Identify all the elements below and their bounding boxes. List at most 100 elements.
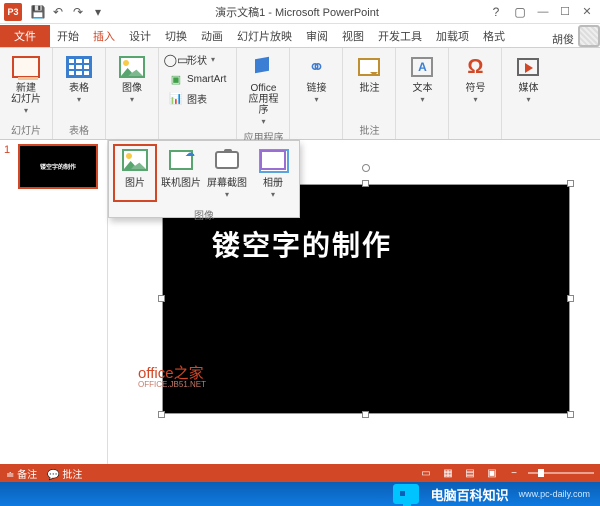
tab-insert[interactable]: 插入 (86, 25, 122, 47)
resize-handle-sw[interactable] (158, 411, 165, 418)
photo-album-button[interactable]: 相册 ▾ (251, 144, 295, 202)
tab-format[interactable]: 格式 (476, 25, 512, 47)
tab-developer[interactable]: 开发工具 (371, 25, 429, 47)
chevron-down-icon: ▾ (225, 190, 229, 199)
reading-view-icon[interactable]: ▤ (462, 466, 478, 480)
rotate-handle[interactable] (362, 164, 370, 172)
zoom-slider[interactable] (528, 472, 594, 474)
chevron-down-icon: ▾ (420, 95, 424, 104)
redo-icon[interactable]: ↷ (68, 3, 88, 21)
help-icon[interactable]: ? (486, 3, 506, 21)
resize-handle-n[interactable] (362, 180, 369, 187)
watermark-url: OFFICE.JB51.NET (138, 380, 206, 389)
tab-transitions[interactable]: 切换 (158, 25, 194, 47)
group-tables: 表格 ▾ 表格 (53, 48, 106, 139)
resize-handle-se[interactable] (567, 411, 574, 418)
symbol-button[interactable]: Ω 符号 ▾ (455, 50, 495, 106)
images-button[interactable]: 图像 ▾ (112, 50, 152, 106)
tab-review[interactable]: 审阅 (299, 25, 335, 47)
text-button[interactable]: A 文本 ▾ (402, 50, 442, 106)
chevron-down-icon: ▾ (526, 95, 530, 104)
save-icon[interactable]: 💾 (28, 3, 48, 21)
picture-from-file-button[interactable]: 图片 (113, 144, 157, 202)
comment-button[interactable]: 批注 (349, 50, 389, 96)
app-icon: P3 (4, 3, 22, 21)
maximize-button[interactable]: ☐ (556, 4, 574, 20)
shapes-icon: ◯▭ (169, 53, 183, 67)
resize-handle-s[interactable] (362, 411, 369, 418)
minimize-button[interactable]: — (534, 4, 552, 20)
symbol-icon: Ω (460, 52, 490, 82)
tab-view[interactable]: 视图 (335, 25, 371, 47)
resize-handle-w[interactable] (158, 295, 165, 302)
thumbnail-text: 镂空字的制作 (40, 162, 76, 171)
ribbon-tabs: 文件 开始 插入 设计 切换 动画 幻灯片放映 审阅 视图 开发工具 加载项 格… (0, 24, 600, 48)
album-icon (260, 150, 286, 170)
group-illustrations: ◯▭ 形状▾ ▣ SmartArt 📊 图表 (159, 48, 237, 139)
status-bar: ≐ 备注 💬 批注 ▭ ▦ ▤ ▣ − (0, 464, 600, 482)
image-icon (119, 56, 145, 78)
slide-thumbnail-panel: 1 镂空字的制作 (0, 140, 108, 466)
image-dropdown-panel: 图片 联机图片 屏幕截图 ▾ 相册 ▾ 图像 (108, 140, 300, 218)
resize-handle-ne[interactable] (567, 180, 574, 187)
window-title: 演示文稿1 - Microsoft PowerPoint (108, 4, 486, 20)
link-button[interactable]: ⚭ 链接 ▾ (296, 50, 336, 106)
comment-icon (358, 58, 380, 76)
tab-addins[interactable]: 加载项 (429, 25, 476, 47)
tab-file[interactable]: 文件 (0, 25, 50, 47)
zoom-out-icon[interactable]: − (506, 466, 522, 480)
chevron-down-icon: ▾ (77, 95, 81, 104)
online-pictures-button[interactable]: 联机图片 (159, 144, 203, 202)
table-icon (66, 56, 92, 78)
group-comments: 批注 批注 (343, 48, 396, 139)
chevron-down-icon: ▾ (24, 106, 28, 115)
ribbon: 新建 幻灯片 ▾ 幻灯片 表格 ▾ 表格 图像 ▾ (0, 48, 600, 140)
media-icon (517, 58, 539, 76)
smartart-icon: ▣ (169, 72, 183, 86)
tab-home[interactable]: 开始 (50, 25, 86, 47)
qat-dropdown-icon[interactable]: ▾ (88, 3, 108, 21)
notes-button[interactable]: ≐ 备注 (6, 466, 37, 481)
slideshow-view-icon[interactable]: ▣ (484, 466, 500, 480)
normal-view-icon[interactable]: ▭ (418, 466, 434, 480)
user-avatar[interactable] (578, 25, 600, 47)
chart-icon: 📊 (169, 92, 183, 106)
chevron-down-icon: ▾ (314, 95, 318, 104)
shapes-button[interactable]: ◯▭ 形状▾ (165, 50, 230, 69)
group-links: ⚭ 链接 ▾ (290, 48, 343, 139)
resize-handle-e[interactable] (567, 295, 574, 302)
undo-icon[interactable]: ↶ (48, 3, 68, 21)
chart-button[interactable]: 📊 图表 (165, 89, 230, 108)
office-apps-button[interactable]: Office 应用程序 ▾ (243, 50, 283, 128)
group-media: 媒体 ▾ (502, 48, 554, 139)
screenshot-button[interactable]: 屏幕截图 ▾ (205, 144, 249, 202)
table-button[interactable]: 表格 ▾ (59, 50, 99, 106)
ribbon-options-icon[interactable]: ▢ (510, 3, 530, 21)
office-apps-icon (251, 56, 275, 78)
new-slide-button[interactable]: 新建 幻灯片 ▾ (6, 50, 46, 117)
slide-thumbnail[interactable]: 镂空字的制作 (18, 144, 98, 189)
group-label-images (112, 136, 152, 137)
chevron-down-icon: ▾ (271, 190, 275, 199)
group-label-tables: 表格 (59, 121, 99, 137)
media-button[interactable]: 媒体 ▾ (508, 50, 548, 106)
smartart-button[interactable]: ▣ SmartArt (165, 70, 230, 88)
tab-slideshow[interactable]: 幻灯片放映 (230, 25, 299, 47)
banner-title: 电脑百科知识 (431, 485, 509, 504)
slide-number: 1 (4, 144, 14, 189)
user-name[interactable]: 胡俊 (552, 31, 578, 47)
comments-button[interactable]: 💬 批注 (47, 466, 82, 481)
sorter-view-icon[interactable]: ▦ (440, 466, 456, 480)
site-banner: 电脑百科知识 www.pc-daily.com (0, 482, 600, 506)
group-label-comments: 批注 (349, 121, 389, 137)
group-images: 图像 ▾ (106, 48, 159, 139)
group-label-slides: 幻灯片 (6, 121, 46, 137)
tab-animations[interactable]: 动画 (194, 25, 230, 47)
link-icon: ⚭ (301, 52, 331, 82)
group-symbols: Ω 符号 ▾ (449, 48, 502, 139)
tab-design[interactable]: 设计 (122, 25, 158, 47)
chevron-down-icon: ▾ (473, 95, 477, 104)
banner-logo-icon (391, 482, 421, 506)
online-picture-icon (169, 150, 193, 170)
close-button[interactable]: ✕ (578, 4, 596, 20)
